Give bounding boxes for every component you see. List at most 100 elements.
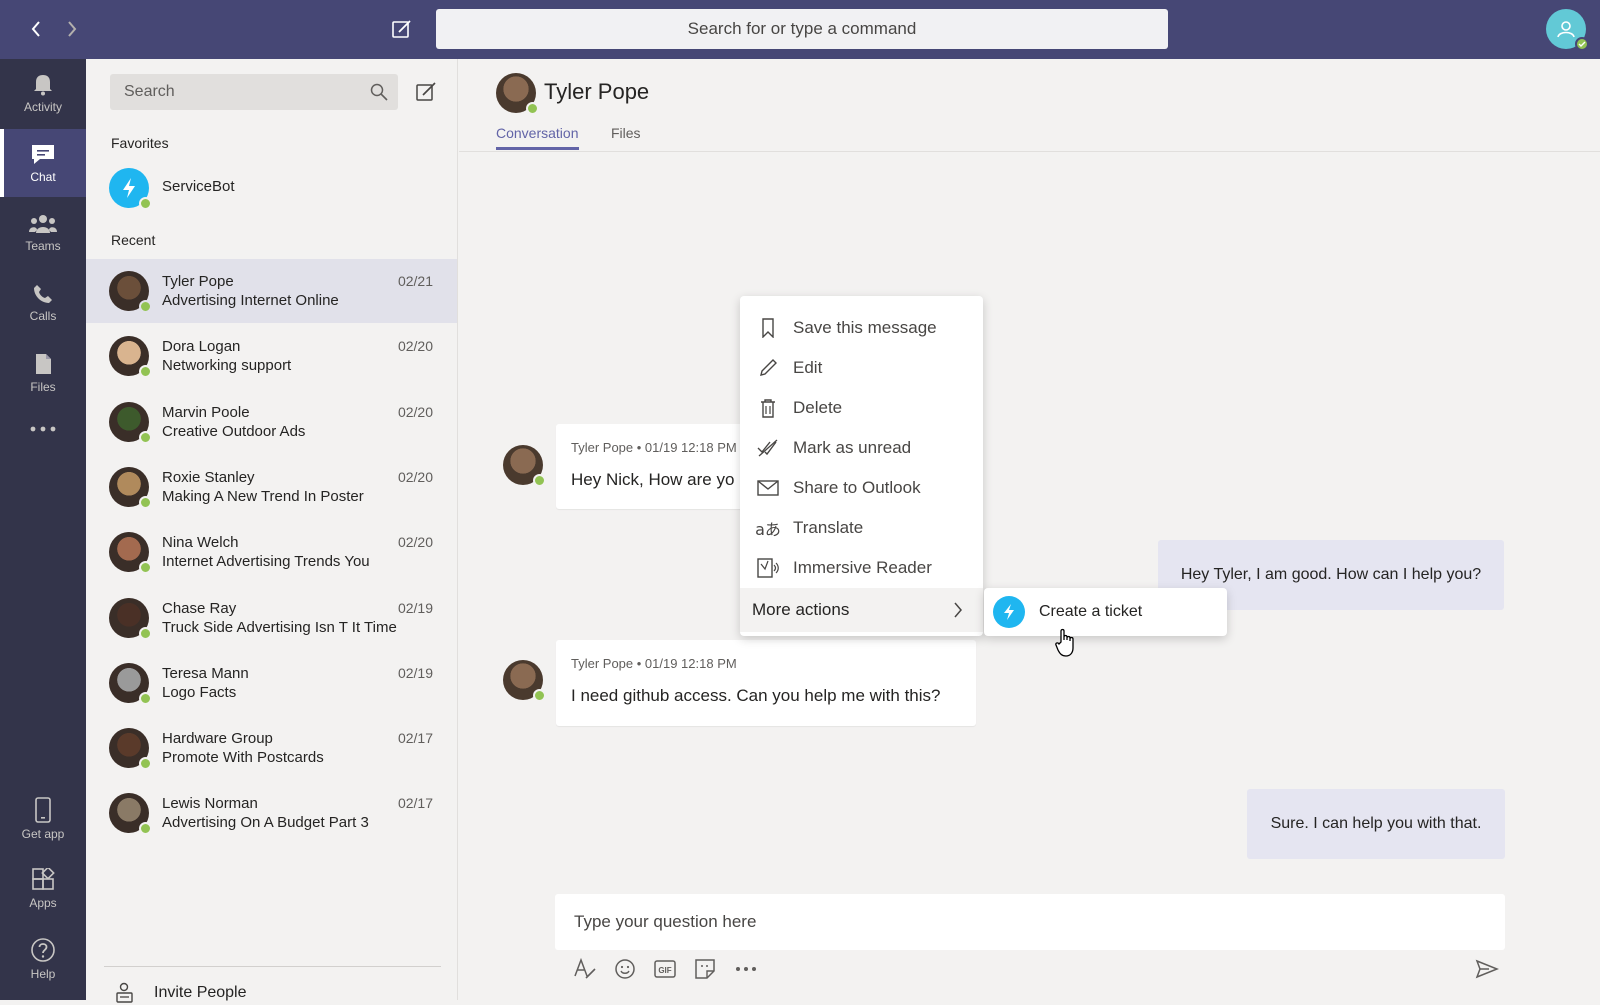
ellipsis-icon (30, 426, 56, 432)
rail-item-activity[interactable]: Activity (0, 59, 86, 127)
search-icon[interactable] (370, 83, 388, 106)
menu-item-label: Save this message (793, 318, 937, 337)
avatar (109, 597, 152, 640)
back-arrow-icon[interactable] (26, 18, 46, 40)
teams-icon (29, 215, 57, 233)
presence-available-icon (1575, 37, 1589, 51)
menu-item-more-actions[interactable]: More actions (740, 588, 983, 632)
rail-item-calls[interactable]: Calls (0, 269, 86, 337)
rail-label: Chat (30, 170, 56, 184)
rail-label: Calls (29, 309, 57, 323)
chat-list-item[interactable]: Nina Welch Internet Advertising Trends Yo… (86, 520, 457, 584)
format-icon[interactable] (572, 956, 598, 982)
invite-people-button[interactable]: Invite People (114, 981, 247, 1005)
presence-available-icon (533, 474, 546, 487)
chat-list-item[interactable]: Teresa Mann Logo Facts 02/19 (86, 651, 457, 715)
chat-preview: Creative Outdoor Ads (162, 422, 306, 440)
chat-list-item[interactable]: Dora Logan Networking support 02/20 (86, 324, 457, 388)
person-icon (1557, 21, 1575, 38)
chat-list-item[interactable]: Chase Ray Truck Side Advertising Isn T It… (86, 586, 457, 650)
help-icon (31, 938, 55, 962)
rail-item-files[interactable]: Files (0, 339, 86, 407)
favorite-item-servicebot[interactable]: ServiceBot (86, 159, 457, 215)
rail-label: Files (30, 380, 56, 394)
mail-icon (755, 477, 781, 499)
chat-date: 02/20 (397, 403, 433, 420)
create-ticket-menu-item[interactable]: Create a ticket (984, 588, 1227, 636)
chat-list-pane: Favorites ServiceBot Recent Tyler Pope Ad… (86, 59, 458, 1003)
rail-label: Get app (21, 827, 65, 841)
chevron-right-icon (953, 601, 963, 624)
chat-list-item[interactable]: Roxie Stanley Making A New Trend In Poste… (86, 455, 457, 519)
chat-preview: Logo Facts (162, 683, 237, 701)
send-icon[interactable] (1474, 956, 1500, 982)
user-avatar[interactable] (1546, 9, 1589, 51)
chat-preview: Truck Side Advertising Isn T It Time (162, 618, 397, 636)
message-incoming[interactable]: Tyler Pope • 01/19 12:18 PM I need githu… (556, 640, 976, 726)
chat-date: 02/20 (397, 468, 433, 485)
avatar (109, 271, 152, 313)
more-apps-button[interactable] (0, 409, 86, 453)
menu-item-immersive-reader[interactable]: Immersive Reader (740, 548, 983, 588)
translate-icon: aあ (755, 520, 781, 539)
tab-conversation[interactable]: Conversation (496, 125, 579, 150)
chat-search-input[interactable] (110, 74, 398, 110)
chat-name: Dora Logan (162, 338, 241, 356)
chat-name: Tyler Pope (162, 273, 234, 290)
emoji-icon[interactable] (612, 956, 638, 982)
gif-icon[interactable]: GIF (652, 956, 678, 982)
top-bar (0, 0, 1600, 59)
apps-icon (32, 868, 55, 890)
rail-item-chat[interactable]: Chat (0, 129, 86, 197)
message-input[interactable] (555, 894, 1505, 950)
chat-name: ServiceBot (162, 178, 235, 195)
chat-list-item[interactable]: Tyler Pope Advertising Internet Online 02/… (86, 259, 457, 323)
menu-item-save-message[interactable]: Save this message (740, 308, 983, 348)
message-meta: Tyler Pope • 01/19 12:18 PM (571, 656, 737, 671)
avatar (109, 532, 152, 575)
message-composer (555, 894, 1505, 950)
chat-preview: Internet Advertising Trends You (162, 553, 370, 571)
chat-list-item[interactable]: Marvin Poole Creative Outdoor Ads 02/20 (86, 390, 457, 454)
chat-list-item[interactable]: Lewis Norman Advertising On A Budget Part… (86, 781, 457, 845)
menu-item-translate[interactable]: aあ Translate (740, 508, 983, 548)
invite-people-label: Invite People (154, 984, 247, 1001)
presence-available-icon (139, 430, 152, 444)
chat-name: Hardware Group (162, 730, 273, 748)
conversation-title: Tyler Pope (544, 79, 650, 104)
command-search-input[interactable] (436, 9, 1168, 49)
menu-item-edit[interactable]: Edit (740, 348, 983, 388)
avatar (109, 662, 152, 705)
chat-list-item[interactable]: Hardware Group Promote With Postcards 02/1… (86, 716, 457, 780)
message-incoming[interactable]: Tyler Pope • 01/19 12:18 PM Hey Nick, Ho… (556, 424, 756, 509)
presence-available-icon (139, 691, 152, 705)
new-chat-icon[interactable] (414, 80, 440, 106)
menu-item-label: Delete (793, 398, 843, 417)
menu-item-mark-unread[interactable]: Mark as unread (740, 428, 983, 468)
bookmark-icon (755, 317, 781, 339)
chat-name: Roxie Stanley (162, 468, 255, 486)
chat-date: 02/21 (397, 273, 433, 289)
rail-item-apps[interactable]: Apps (0, 855, 86, 923)
rail-item-teams[interactable]: Teams (0, 199, 86, 267)
chat-date: 02/17 (397, 795, 433, 812)
compose-icon[interactable] (390, 17, 414, 41)
menu-item-label: Mark as unread (793, 438, 912, 457)
more-options-icon[interactable] (733, 956, 759, 982)
menu-item-share-outlook[interactable]: Share to Outlook (740, 468, 983, 508)
avatar (109, 793, 152, 836)
chat-date: 02/17 (397, 730, 433, 747)
forward-arrow-icon[interactable] (62, 18, 82, 40)
avatar (496, 73, 539, 115)
rail-item-get-app[interactable]: Get app (0, 785, 86, 853)
sticker-icon[interactable] (692, 956, 718, 982)
menu-item-delete[interactable]: Delete (740, 388, 983, 428)
tab-files[interactable]: Files (611, 125, 641, 147)
invite-people-icon (116, 982, 133, 1003)
chat-icon (32, 145, 54, 164)
avatar (503, 445, 546, 487)
rail-item-help[interactable]: Help (0, 925, 86, 993)
message-outgoing[interactable]: Sure. I can help you with that. (1247, 789, 1505, 859)
message-meta: Tyler Pope • 01/19 12:18 PM (571, 440, 737, 455)
chat-preview: Advertising Internet Online (162, 292, 339, 309)
